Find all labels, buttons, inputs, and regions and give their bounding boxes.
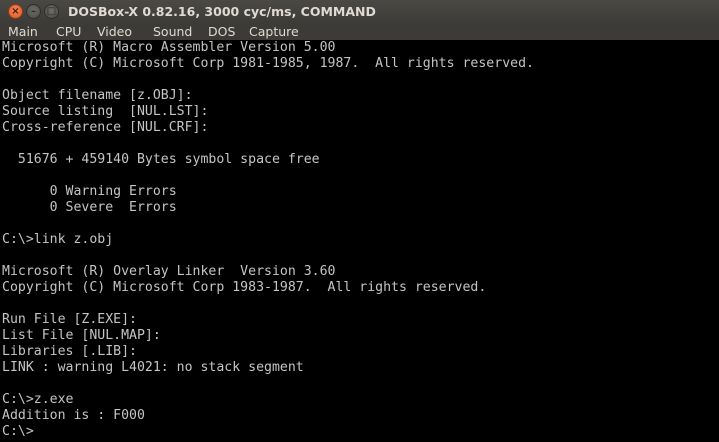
menu-bar: Main CPU Video Sound DOS Capture	[0, 24, 719, 40]
console-line: LINK : warning L4021: no stack segment	[2, 360, 304, 375]
console-line: 51676 + 459140 Bytes symbol space free	[2, 152, 320, 167]
maximize-icon: □	[46, 6, 57, 17]
maximize-button[interactable]: □	[44, 4, 59, 19]
menu-video[interactable]: Video	[97, 24, 132, 40]
console-line: C:\>z.exe	[2, 392, 74, 407]
menu-sound[interactable]: Sound	[153, 24, 192, 40]
menu-main[interactable]: Main	[8, 24, 38, 40]
console-line: Copyright (C) Microsoft Corp 1983-1987. …	[2, 280, 487, 295]
console-line: Microsoft (R) Overlay Linker Version 3.6…	[2, 264, 336, 279]
console-line: 0 Severe Errors	[2, 200, 177, 215]
menu-dos[interactable]: DOS	[208, 24, 235, 40]
console-line: Libraries [.LIB]:	[2, 344, 137, 359]
dos-console[interactable]: Microsoft (R) Macro Assembler Version 5.…	[0, 40, 719, 442]
console-line: 0 Warning Errors	[2, 184, 177, 199]
menu-cpu[interactable]: CPU	[56, 24, 81, 40]
console-prompt[interactable]: C:\>	[2, 424, 34, 440]
console-line: Object filename [z.OBJ]:	[2, 88, 193, 103]
console-line: Addition is : F000	[2, 408, 145, 423]
console-line: Microsoft (R) Macro Assembler Version 5.…	[2, 40, 336, 55]
minimize-icon: –	[31, 6, 36, 17]
close-icon: ×	[11, 6, 20, 17]
title-bar[interactable]: × – □ DOSBox-X 0.82.16, 3000 cyc/ms, COM…	[0, 0, 719, 24]
close-button[interactable]: ×	[8, 4, 23, 19]
console-line: Run File [Z.EXE]:	[2, 312, 137, 327]
console-line: Copyright (C) Microsoft Corp 1981-1985, …	[2, 56, 534, 71]
minimize-button[interactable]: –	[26, 4, 41, 19]
console-line: List File [NUL.MAP]:	[2, 328, 161, 343]
console-line: C:\>link z.obj	[2, 232, 114, 247]
menu-capture[interactable]: Capture	[249, 24, 299, 40]
console-line: Source listing [NUL.LST]:	[2, 104, 209, 119]
console-line: Cross-reference [NUL.CRF]:	[2, 120, 209, 135]
window-title: DOSBox-X 0.82.16, 3000 cyc/ms, COMMAND	[68, 4, 376, 19]
dosbox-window: × – □ DOSBox-X 0.82.16, 3000 cyc/ms, COM…	[0, 0, 719, 442]
